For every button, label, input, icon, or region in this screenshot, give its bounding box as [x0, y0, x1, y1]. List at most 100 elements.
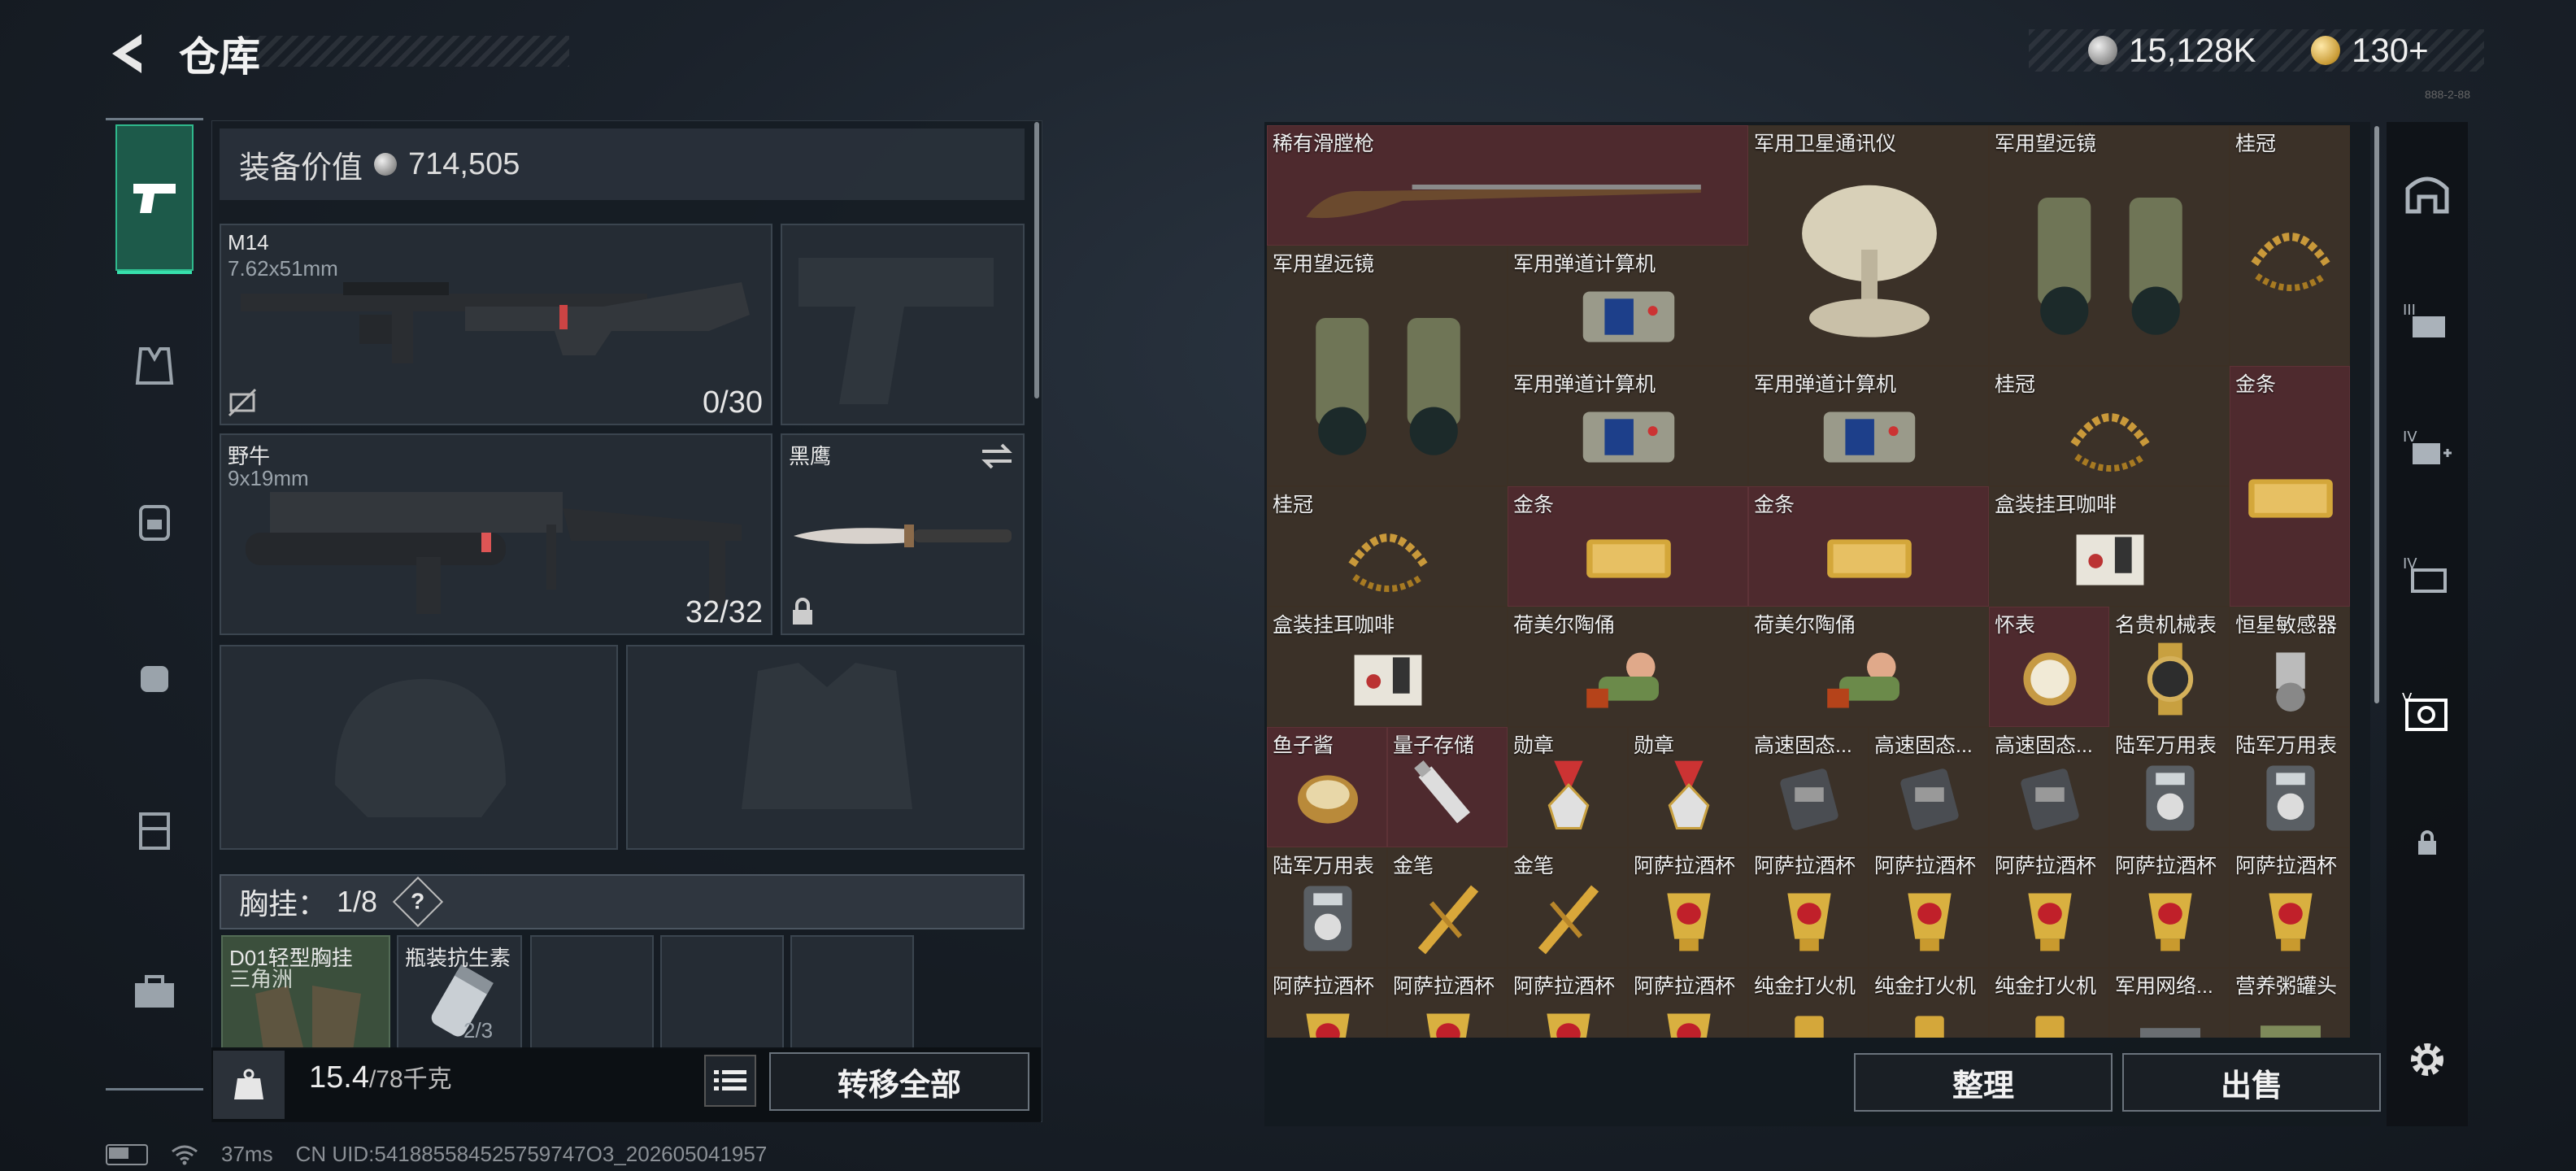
stash-item-gold-bar[interactable]: 金条	[1508, 486, 1748, 607]
version-label: 888-2-88	[2424, 88, 2470, 101]
stash-item-calculator[interactable]: 军用弹道计算机	[1508, 366, 1748, 486]
rail-case-tab[interactable]	[118, 793, 191, 866]
stash-item-pen[interactable]: 金笔	[1508, 847, 1628, 968]
stash-item-cup[interactable]: 阿萨拉酒杯	[1508, 968, 1628, 1038]
stash-item-calculator[interactable]: 军用弹道计算机	[1508, 246, 1748, 366]
stash-item-medal[interactable]: 勋章	[1508, 727, 1628, 847]
equip-value-amount: 714,505	[408, 146, 520, 181]
empty-rig-slot-1[interactable]	[530, 935, 654, 1049]
stash-grid: 稀有滑膛枪 军用卫星通讯仪 军用望远镜 桂冠 军用望远镜 军用弹道计算机 军用弹道计算机 军用…	[1267, 125, 2365, 1038]
stash-item-label: 金笔	[1513, 855, 1555, 877]
stash-tab-locked[interactable]	[2391, 807, 2464, 880]
stash-home-tab[interactable]	[2391, 158, 2464, 231]
chest-rig-count: 1/8	[337, 885, 378, 918]
secondary-weapon-caliber: 9x19mm	[228, 466, 309, 490]
chest-rig-item[interactable]: D01轻型胸挂 三角洲	[221, 935, 390, 1049]
stash-item-figurine[interactable]: 荷美尔陶俑	[1508, 607, 1748, 727]
stash-tab-4[interactable]: IV	[2391, 411, 2464, 485]
stash-item-label: 军用弹道计算机	[1754, 373, 1897, 396]
stash-tab-5[interactable]: IV	[2391, 538, 2464, 612]
stash-item-satellite[interactable]: 军用卫星通讯仪	[1748, 125, 1989, 366]
stash-item-cup[interactable]: 阿萨拉酒杯	[2109, 847, 2230, 968]
stash-item-label: 阿萨拉酒杯	[1273, 975, 1375, 998]
stash-item-cup[interactable]: 阿萨拉酒杯	[1267, 968, 1387, 1038]
stash-item-musket[interactable]: 稀有滑膛枪	[1267, 125, 1748, 246]
carry-weight-value: 15.4	[309, 1060, 369, 1095]
rail-backpack-tab[interactable]	[118, 484, 191, 557]
stash-item-coffee-box[interactable]: 盒装挂耳咖啡	[1989, 486, 2230, 607]
stash-item-pocket-watch[interactable]: 怀表	[1989, 607, 2109, 727]
stash-item-caviar[interactable]: 鱼子酱	[1267, 727, 1387, 847]
stash-item-sensor[interactable]: 恒星敏感器	[2230, 607, 2350, 727]
loadout-scrollbar[interactable]	[1034, 122, 1039, 398]
stash-item-calculator[interactable]: 军用弹道计算机	[1748, 366, 1989, 486]
weight-button[interactable]	[213, 1051, 285, 1119]
stash-item-label: 勋章	[1513, 734, 1555, 757]
settings-button[interactable]	[2391, 1023, 2464, 1096]
stash-item-cup[interactable]: 阿萨拉酒杯	[1387, 968, 1508, 1038]
gold-currency[interactable]: 130+	[2311, 31, 2429, 70]
stash-item-cup[interactable]: 阿萨拉酒杯	[1869, 847, 1989, 968]
stash-item-binoculars[interactable]: 军用望远镜	[1267, 246, 1508, 486]
stash-item-watch[interactable]: 名贵机械表	[2109, 607, 2230, 727]
empty-rig-slot-3[interactable]	[790, 935, 914, 1049]
pistol-slot[interactable]	[781, 224, 1025, 425]
antibiotics-item[interactable]: 瓶装抗生素 2/3	[397, 935, 522, 1049]
rail-pouch-tab[interactable]	[118, 638, 191, 712]
stash-scrollbar[interactable]	[2374, 126, 2379, 703]
swap-icon[interactable]	[979, 442, 1015, 471]
stash-item-binoculars[interactable]: 军用望远镜	[1989, 125, 2230, 366]
stash-item-label: 金笔	[1393, 855, 1434, 877]
stash-item-label: 阿萨拉酒杯	[1874, 855, 1977, 877]
stash-item-gold-bar[interactable]: 金条	[2230, 366, 2350, 607]
stash-item-can[interactable]: 营养粥罐头	[2230, 968, 2350, 1038]
melee-name: 黑鹰	[789, 444, 832, 468]
stash-item-usb[interactable]: 量子存储	[1387, 727, 1508, 847]
rail-weapons-tab[interactable]	[115, 124, 194, 274]
stash-item-cup[interactable]: 阿萨拉酒杯	[2230, 847, 2350, 968]
stash-item-laurel[interactable]: 桂冠	[2230, 125, 2350, 366]
silver-currency[interactable]: 15,128K	[2088, 31, 2256, 70]
stash-item-gold-bar[interactable]: 金条	[1748, 486, 1989, 607]
sell-button[interactable]: 出售	[2122, 1053, 2381, 1112]
stash-item-ssd[interactable]: 高速固态...	[1748, 727, 1869, 847]
stash-item-laurel[interactable]: 桂冠	[1267, 486, 1508, 607]
stash-item-pen[interactable]: 金笔	[1387, 847, 1508, 968]
stash-item-cup[interactable]: 阿萨拉酒杯	[1628, 968, 1748, 1038]
empty-rig-slot-2[interactable]	[660, 935, 784, 1049]
stash-item-multimeter[interactable]: 陆军万用表	[2230, 727, 2350, 847]
stash-item-cup[interactable]: 阿萨拉酒杯	[1628, 847, 1748, 968]
stash-tab-safe[interactable]: V	[2391, 675, 2464, 748]
stash-item-lighter[interactable]: 纯金打火机	[1869, 968, 1989, 1038]
stash-item-cup[interactable]: 阿萨拉酒杯	[1989, 847, 2109, 968]
stash-tab-3[interactable]: III	[2391, 285, 2464, 358]
transfer-all-button[interactable]: 转移全部	[769, 1052, 1029, 1111]
stash-item-ssd[interactable]: 高速固态...	[1869, 727, 1989, 847]
melee-slot[interactable]: 黑鹰	[781, 433, 1025, 635]
binoculars-icon	[1316, 318, 1460, 455]
help-icon[interactable]: ?	[392, 876, 444, 928]
stash-item-laurel[interactable]: 桂冠	[1989, 366, 2230, 486]
stash-item-label: 名贵机械表	[2115, 614, 2217, 637]
stash-item-lighter[interactable]: 纯金打火机	[1748, 968, 1869, 1038]
stash-item-medal[interactable]: 勋章	[1628, 727, 1748, 847]
stash-item-label: 阿萨拉酒杯	[2235, 855, 2338, 877]
armor-slot[interactable]	[626, 645, 1025, 850]
stash-item-cup[interactable]: 阿萨拉酒杯	[1748, 847, 1869, 968]
rail-toolbox-tab[interactable]	[118, 956, 191, 1029]
binoculars-icon	[2038, 198, 2182, 335]
stash-item-multimeter[interactable]: 陆军万用表	[1267, 847, 1387, 968]
stash-item-multimeter[interactable]: 陆军万用表	[2109, 727, 2230, 847]
stash-item-figurine[interactable]: 荷美尔陶俑	[1748, 607, 1989, 727]
secondary-weapon-slot[interactable]: 野牛 9x19mm 32/32	[220, 433, 772, 635]
rail-armor-tab[interactable]	[118, 329, 191, 403]
stash-item-ssd[interactable]: 高速固态...	[1989, 727, 2109, 847]
primary-weapon-slot[interactable]: M14 7.62x51mm 0/30	[220, 224, 772, 425]
stash-item-lighter[interactable]: 纯金打火机	[1989, 968, 2109, 1038]
list-view-button[interactable]	[704, 1055, 756, 1107]
back-arrow-icon[interactable]	[106, 31, 151, 76]
stash-item-coffee-box[interactable]: 盒装挂耳咖啡	[1267, 607, 1508, 727]
helmet-slot[interactable]	[220, 645, 618, 850]
stash-item-network[interactable]: 军用网络...	[2109, 968, 2230, 1038]
organize-button[interactable]: 整理	[1854, 1053, 2113, 1112]
